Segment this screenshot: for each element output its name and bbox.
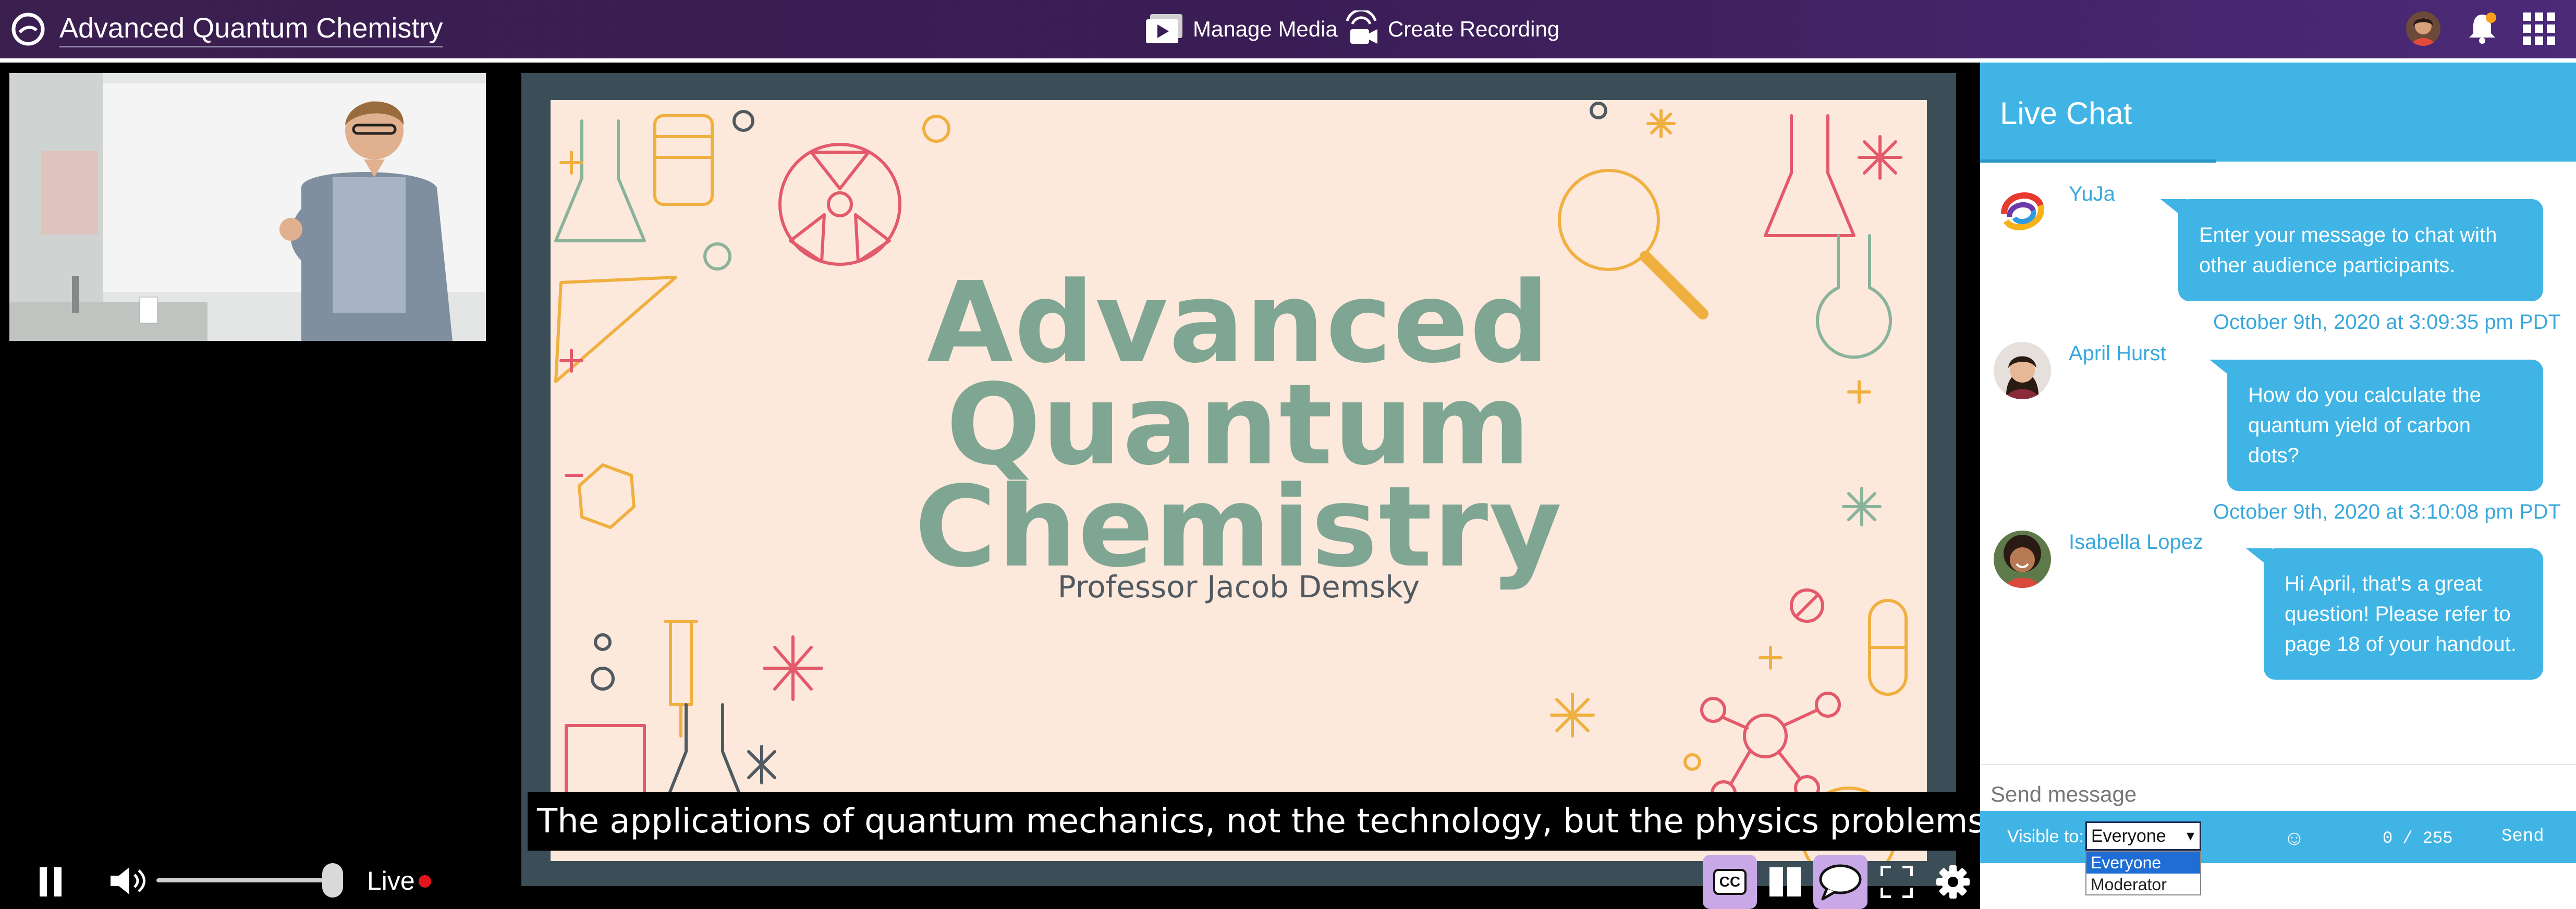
send-button[interactable]: Send	[2501, 827, 2544, 846]
live-chat-tab-underline	[1980, 159, 2216, 163]
cc-label: CC	[1719, 874, 1741, 890]
april-avatar-icon	[1994, 342, 2051, 399]
message-bubble: Enter your message to chat with other au…	[2160, 199, 2543, 301]
create-recording-label: Create Recording	[1388, 17, 1560, 41]
presentation-stage: Advanced Quantum Chemistry Professor Jac…	[521, 73, 1956, 886]
course-title[interactable]: Advanced Quantum Chemistry	[59, 11, 443, 47]
avatar	[1994, 531, 2051, 588]
user-avatar[interactable]	[2406, 11, 2440, 46]
send-message-input[interactable]	[1991, 778, 2564, 811]
settings-button[interactable]	[1926, 855, 1980, 909]
chat-toggle-button[interactable]	[1813, 855, 1867, 909]
presenter-camera-feed[interactable]	[9, 73, 486, 341]
emoji-icon[interactable]: ☺	[2284, 827, 2305, 850]
message-text: How do you calculate the quantum yield o…	[2248, 384, 2481, 467]
message-timestamp: October 9th, 2020 at 3:10:08 pm PDT	[2213, 500, 2561, 523]
split-layout-icon	[1769, 867, 1801, 896]
webcam-broadcast-icon	[1346, 10, 1377, 44]
message-author: YuJa	[2069, 182, 2115, 205]
message-author: April Hurst	[2069, 342, 2166, 365]
manage-media-button[interactable]: Manage Media	[1145, 10, 1338, 48]
slide-title: Advanced Quantum Chemistry	[914, 258, 1563, 592]
avatar	[1994, 182, 2051, 240]
message-text: Enter your message to chat with other au…	[2199, 224, 2497, 277]
notifications-bell-icon[interactable]	[2465, 10, 2499, 45]
live-chat-panel: Live Chat YuJa Enter your message to cha…	[1980, 63, 2576, 909]
apps-grid-icon[interactable]	[2522, 11, 2556, 46]
media-library-icon	[1146, 14, 1182, 43]
yuja-avatar-icon	[1994, 182, 2051, 240]
chat-bubble-icon	[1819, 864, 1862, 901]
visible-to-dropdown: Everyone Moderator	[2085, 851, 2201, 895]
volume-icon[interactable]	[109, 866, 148, 895]
chevron-down-icon: ▾	[2186, 827, 2194, 844]
message-bubble: How do you calculate the quantum yield o…	[2209, 360, 2543, 491]
volume-slider-handle[interactable]	[322, 863, 343, 898]
pause-icon[interactable]	[38, 867, 64, 896]
message-bubble: Hi April, that's a great question! Pleas…	[2246, 548, 2543, 680]
visible-to-label: Visible to:	[2007, 827, 2084, 846]
fullscreen-button[interactable]	[1870, 855, 1924, 909]
character-counter: 0 / 255	[2383, 829, 2453, 848]
fullscreen-icon	[1881, 866, 1913, 898]
gear-icon	[1936, 865, 1970, 899]
visible-to-select[interactable]: Everyone ▾	[2085, 821, 2201, 851]
create-recording-button[interactable]: Create Recording	[1343, 10, 1559, 48]
avatar	[1994, 342, 2051, 399]
slide-subtitle: Professor Jacob Demsky	[1057, 569, 1420, 605]
closed-captions-button[interactable]: CC	[1703, 855, 1757, 909]
isabella-avatar-icon	[1994, 531, 2051, 588]
layout-toggle-button[interactable]	[1758, 855, 1812, 909]
live-indicator-label: Live	[367, 866, 415, 895]
cc-icon: CC	[1713, 869, 1747, 895]
visible-to-option-everyone[interactable]: Everyone	[2086, 852, 2200, 874]
visible-to-selected-value: Everyone	[2091, 826, 2166, 846]
top-bar-divider	[0, 58, 2576, 63]
live-chat-title[interactable]: Live Chat	[2000, 95, 2132, 132]
manage-media-label: Manage Media	[1193, 17, 1338, 41]
volume-slider-track[interactable]	[156, 878, 338, 882]
live-indicator-dot	[419, 875, 431, 888]
yuja-logo-icon[interactable]	[9, 10, 47, 48]
message-timestamp: October 9th, 2020 at 3:09:35 pm PDT	[2213, 311, 2561, 334]
closed-caption-text: The applications of quantum mechanics, n…	[528, 792, 2005, 851]
message-text: Hi April, that's a great question! Pleas…	[2285, 572, 2517, 656]
presentation-slide: Advanced Quantum Chemistry Professor Jac…	[551, 100, 1927, 861]
visible-to-option-moderator[interactable]: Moderator	[2086, 874, 2200, 895]
message-author: Isabella Lopez	[2069, 531, 2203, 554]
